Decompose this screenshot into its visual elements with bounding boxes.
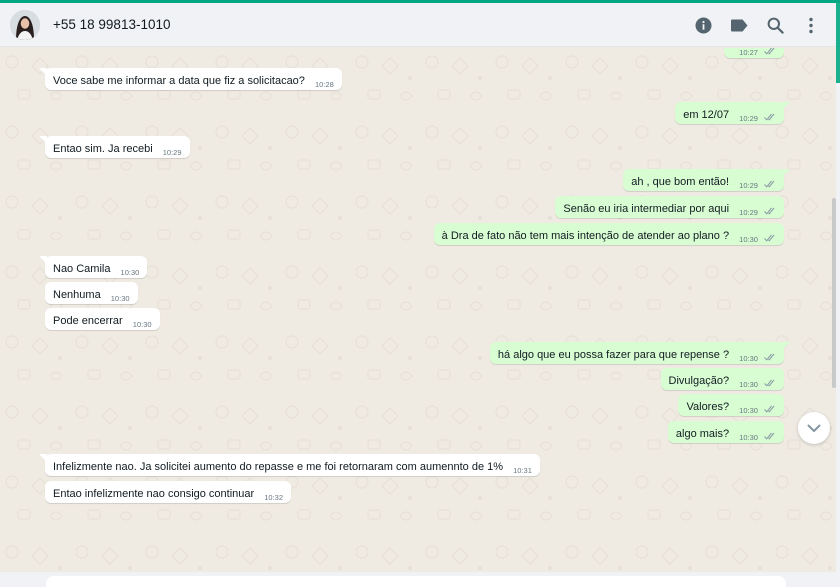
message-bubble-in[interactable]: Pode encerrar 10:30	[45, 308, 160, 330]
message-bubble-out[interactable]: há algo que eu possa fazer para que repe…	[489, 342, 790, 364]
message-bubble-in[interactable]: Entao infelizmente nao consigo continuar…	[45, 481, 292, 503]
label-icon[interactable]	[728, 14, 750, 36]
message-time: 10:29	[739, 181, 758, 190]
message-time: 10:29	[162, 148, 182, 157]
message-time: 10:30	[739, 235, 758, 244]
message-time: 10:30	[739, 406, 758, 415]
message-time: 10:30	[110, 294, 130, 303]
window-scroll-track	[836, 3, 840, 587]
message-bubble-out[interactable]: ah , que bom então! 10:29	[623, 169, 790, 191]
message-text: Infelizmente nao. Ja solicitei aumento d…	[53, 461, 504, 473]
search-icon[interactable]	[764, 14, 786, 36]
bubble-tail	[39, 256, 47, 264]
scroll-down-button[interactable]	[798, 412, 830, 444]
more-vertical-icon[interactable]	[800, 14, 822, 36]
message-time: 10:28	[314, 80, 334, 89]
message-bubble-out[interactable]: à Dra de fato não tem mais intenção de a…	[433, 223, 784, 245]
double-check-icon	[764, 207, 775, 215]
chat-header: +55 18 99813-1010	[0, 3, 836, 47]
message-time: 10:30	[739, 354, 758, 363]
message-list[interactable]: 10:27 Voce sabe me informar a data que f…	[0, 48, 836, 572]
message-time: 10:31	[513, 466, 532, 475]
profile-photo-icon	[10, 9, 40, 40]
message-bubble-in[interactable]: Infelizmente nao. Ja solicitei aumento d…	[39, 454, 540, 476]
double-check-icon	[764, 180, 775, 188]
message-text: Valores?	[686, 401, 730, 413]
message-text: Divulgação?	[668, 375, 730, 387]
double-check-icon	[764, 113, 775, 121]
message-text: Senão eu iria intermediar por aqui	[563, 203, 730, 215]
message-text: ah , que bom então!	[631, 176, 730, 188]
message-text: há algo que eu possa fazer para que repe…	[497, 349, 730, 361]
message-text: em 12/07	[683, 109, 730, 121]
chevron-down-icon	[807, 424, 821, 432]
message-time: 10:29	[739, 208, 758, 217]
message-text: Entao sim. Ja recebi	[53, 143, 153, 155]
message-text: Pode encerrar	[53, 315, 123, 327]
whatsapp-chat-window: +55 18 99813-1010 10:27 Voce sabe me inf…	[0, 0, 840, 587]
header-actions	[678, 3, 822, 47]
double-check-icon	[764, 353, 775, 361]
info-icon[interactable]	[692, 14, 714, 36]
bubble-tail	[39, 136, 47, 144]
message-time: 10:30	[739, 433, 758, 442]
message-bubble-out[interactable]: 10:27	[724, 48, 784, 58]
message-bubble-out[interactable]: Divulgação? 10:30	[660, 368, 784, 390]
contact-name[interactable]: +55 18 99813-1010	[53, 17, 171, 32]
bubble-tail	[782, 169, 790, 177]
message-text: Nao Camila	[53, 263, 111, 275]
message-bubble-in[interactable]: Nenhuma 10:30	[45, 282, 138, 304]
message-bubble-in[interactable]: Nao Camila 10:30	[39, 256, 148, 278]
message-text: algo mais?	[675, 428, 730, 440]
avatar[interactable]	[10, 9, 40, 40]
message-text: Nenhuma	[53, 289, 101, 301]
double-check-icon	[764, 234, 775, 242]
bubble-tail	[782, 102, 790, 110]
double-check-icon	[764, 379, 775, 387]
chat-scrollbar-thumb[interactable]	[832, 198, 836, 388]
message-time: 10:30	[120, 268, 140, 277]
bubble-tail	[39, 68, 47, 76]
window-scroll-accent	[836, 3, 840, 83]
message-time: 10:30	[132, 320, 152, 329]
bubble-tail	[39, 454, 47, 462]
double-check-icon	[764, 432, 775, 440]
bubble-tail	[782, 342, 790, 350]
message-bubble-in[interactable]: Voce sabe me informar a data que fiz a s…	[39, 68, 342, 90]
message-time: 10:30	[739, 380, 758, 389]
message-bubble-out[interactable]: Senão eu iria intermediar por aqui 10:29	[555, 196, 784, 218]
message-input[interactable]	[46, 576, 786, 587]
double-check-icon	[764, 48, 775, 55]
message-text: Voce sabe me informar a data que fiz a s…	[53, 75, 305, 87]
message-time: 10:27	[739, 48, 758, 57]
message-bubble-out[interactable]: algo mais? 10:30	[667, 421, 784, 443]
message-bubble-in[interactable]: Entao sim. Ja recebi 10:29	[39, 136, 190, 158]
message-bubble-out[interactable]: Valores? 10:30	[678, 394, 784, 416]
message-time: 10:32	[264, 493, 284, 502]
message-text: Entao infelizmente nao consigo continuar	[53, 488, 255, 500]
message-bubble-out[interactable]: em 12/07 10:29	[675, 102, 790, 124]
message-text: à Dra de fato não tem mais intenção de a…	[441, 230, 730, 242]
double-check-icon	[764, 405, 775, 413]
message-time: 10:29	[739, 114, 758, 123]
